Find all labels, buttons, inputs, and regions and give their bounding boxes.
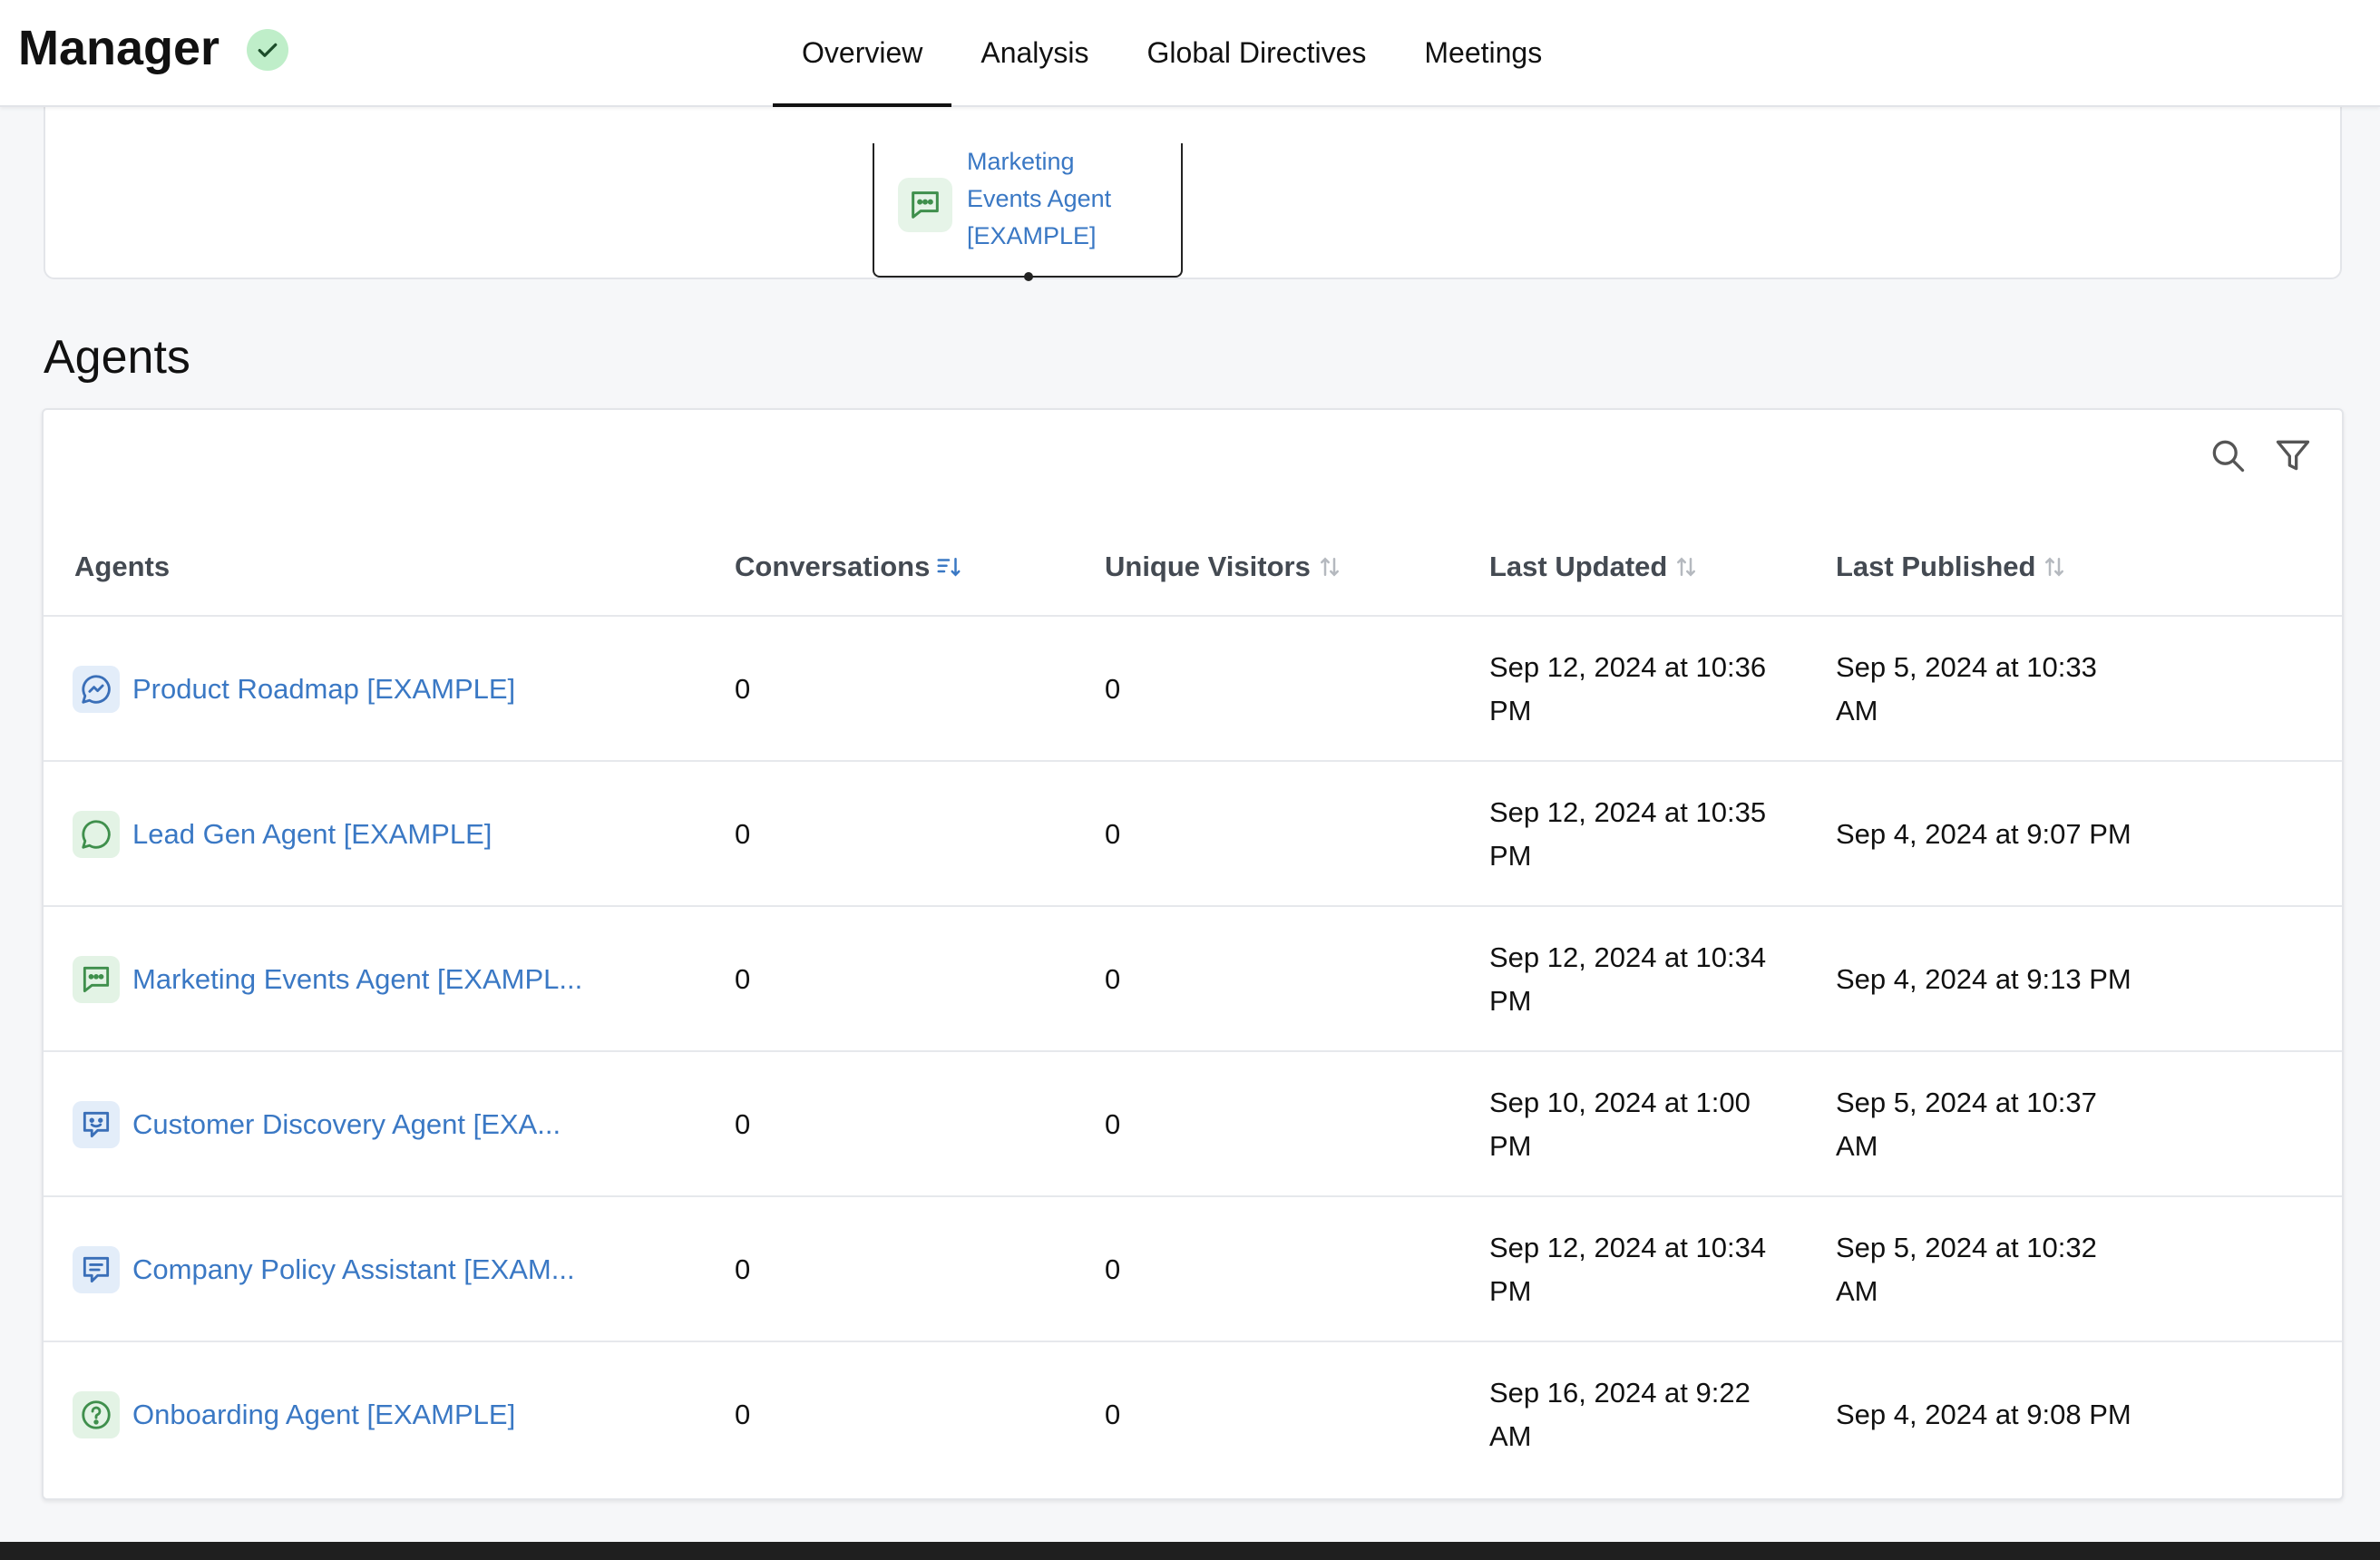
table-row[interactable]: Customer Discovery Agent [EXA... 0 0 Sep… — [44, 1052, 2342, 1197]
smile-chat-icon — [73, 1101, 120, 1148]
agent-cell: Onboarding Agent [EXAMPLE] — [73, 1342, 515, 1487]
sort-icon[interactable] — [1673, 553, 1700, 580]
agent-cell: Marketing Events Agent [EXAMPL... — [73, 907, 582, 1052]
tab-global-directives[interactable]: Global Directives — [1118, 0, 1396, 105]
unique-visitors-value: 0 — [1105, 818, 1121, 850]
bottom-edge — [0, 1542, 2380, 1560]
conversations-value: 0 — [735, 963, 751, 995]
last-published-value: Sep 5, 2024 at 10:33 AM — [1836, 651, 2097, 726]
agent-link[interactable]: Product Roadmap [EXAMPLE] — [132, 668, 515, 711]
chat-dots-icon — [898, 178, 952, 232]
column-header-last-published[interactable]: Last Published — [1836, 519, 2068, 615]
table-row[interactable]: Lead Gen Agent [EXAMPLE] 0 0 Sep 12, 202… — [44, 762, 2342, 907]
filter-button[interactable] — [2269, 434, 2317, 481]
unique-visitors-value: 0 — [1105, 1108, 1121, 1140]
chat-dots-icon — [73, 956, 120, 1003]
last-updated-value: Sep 16, 2024 at 9:22 AM — [1489, 1377, 1751, 1452]
last-updated-value: Sep 12, 2024 at 10:34 PM — [1489, 941, 1767, 1017]
sort-icon[interactable] — [1316, 553, 1343, 580]
diagram-node-marketing-events-agent[interactable]: Marketing Events Agent [EXAMPLE] — [873, 143, 1183, 281]
last-updated-value: Sep 12, 2024 at 10:35 PM — [1489, 796, 1767, 872]
search-button[interactable] — [2204, 434, 2251, 481]
last-published-value: Sep 4, 2024 at 9:13 PM — [1836, 963, 2131, 995]
tab-overview[interactable]: Overview — [773, 0, 952, 107]
unique-visitors-value: 0 — [1105, 673, 1121, 705]
table-header-row: Agents Conversations Unique Visitors Las… — [44, 519, 2342, 617]
text-chat-icon — [73, 1246, 120, 1293]
last-updated-value: Sep 10, 2024 at 1:00 PM — [1489, 1087, 1751, 1162]
agent-cell: Lead Gen Agent [EXAMPLE] — [73, 762, 492, 907]
node-connector-handle[interactable] — [1024, 272, 1033, 281]
sort-icon[interactable] — [2041, 553, 2068, 580]
chat-bubble-icon — [73, 811, 120, 858]
top-bar: Manager Overview Analysis Global Directi… — [0, 0, 2380, 107]
agents-table: Agents Conversations Unique Visitors Las… — [42, 408, 2344, 1500]
agent-link[interactable]: Onboarding Agent [EXAMPLE] — [132, 1393, 515, 1437]
diagram-node-label[interactable]: Marketing Events Agent [EXAMPLE] — [967, 143, 1166, 255]
last-published-value: Sep 4, 2024 at 9:07 PM — [1836, 818, 2131, 850]
unique-visitors-value: 0 — [1105, 963, 1121, 995]
table-row[interactable]: Company Policy Assistant [EXAM... 0 0 Se… — [44, 1197, 2342, 1342]
unique-visitors-value: 0 — [1105, 1399, 1121, 1430]
trend-chat-icon — [73, 666, 120, 713]
sort-descending-icon[interactable] — [935, 553, 962, 580]
tab-meetings[interactable]: Meetings — [1395, 0, 1571, 105]
column-header-last-updated[interactable]: Last Updated — [1489, 519, 1700, 615]
unique-visitors-value: 0 — [1105, 1253, 1121, 1285]
agent-cell: Customer Discovery Agent [EXA... — [73, 1052, 561, 1197]
conversations-value: 0 — [735, 1253, 751, 1285]
last-published-value: Sep 4, 2024 at 9:08 PM — [1836, 1399, 2131, 1430]
conversations-value: 0 — [735, 1108, 751, 1140]
last-published-value: Sep 5, 2024 at 10:37 AM — [1836, 1087, 2097, 1162]
agent-cell: Company Policy Assistant [EXAM... — [73, 1197, 575, 1342]
agent-cell: Product Roadmap [EXAMPLE] — [73, 617, 515, 762]
search-icon — [2208, 435, 2248, 480]
main-tabs: Overview Analysis Global Directives Meet… — [773, 0, 1571, 107]
table-row[interactable]: Onboarding Agent [EXAMPLE] 0 0 Sep 16, 2… — [44, 1342, 2342, 1487]
question-circle-icon — [73, 1391, 120, 1438]
page-title: Manager — [18, 21, 220, 75]
column-header-unique-visitors[interactable]: Unique Visitors — [1105, 519, 1343, 615]
conversations-value: 0 — [735, 1399, 751, 1430]
agent-link[interactable]: Marketing Events Agent [EXAMPL... — [132, 958, 582, 1001]
tab-analysis[interactable]: Analysis — [951, 0, 1117, 105]
column-header-agents[interactable]: Agents — [74, 519, 170, 615]
agent-link[interactable]: Company Policy Assistant [EXAM... — [132, 1248, 575, 1292]
check-circle-icon — [247, 29, 288, 71]
filter-icon — [2273, 435, 2313, 480]
last-published-value: Sep 5, 2024 at 10:32 AM — [1836, 1232, 2097, 1307]
table-body: Product Roadmap [EXAMPLE] 0 0 Sep 12, 20… — [44, 617, 2342, 1487]
last-updated-value: Sep 12, 2024 at 10:34 PM — [1489, 1232, 1767, 1307]
conversations-value: 0 — [735, 673, 751, 705]
conversations-value: 0 — [735, 818, 751, 850]
section-title-agents: Agents — [44, 331, 190, 384]
table-row[interactable]: Product Roadmap [EXAMPLE] 0 0 Sep 12, 20… — [44, 617, 2342, 762]
table-row[interactable]: Marketing Events Agent [EXAMPL... 0 0 Se… — [44, 907, 2342, 1052]
agent-link[interactable]: Lead Gen Agent [EXAMPLE] — [132, 813, 492, 856]
column-header-conversations[interactable]: Conversations — [735, 519, 962, 615]
agent-link[interactable]: Customer Discovery Agent [EXA... — [132, 1103, 561, 1146]
last-updated-value: Sep 12, 2024 at 10:36 PM — [1489, 651, 1767, 726]
